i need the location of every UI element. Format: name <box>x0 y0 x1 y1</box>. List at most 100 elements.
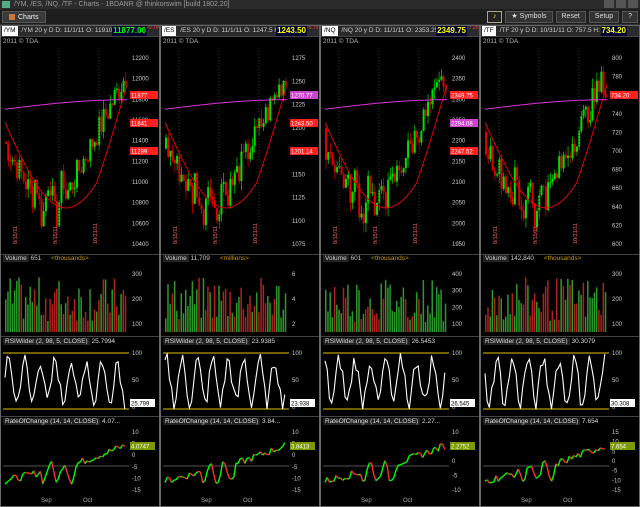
symbol-field[interactable]: /ES <box>162 26 177 36</box>
volume-bar <box>435 287 438 332</box>
setup-button[interactable]: Setup <box>588 11 620 23</box>
roc-chart[interactable]: 151050-5-10-157.654SepOct <box>481 426 639 504</box>
help-button[interactable]: ? <box>622 11 638 23</box>
candle-body <box>278 84 281 98</box>
volume-bar <box>64 303 67 332</box>
roc-segment <box>364 469 368 481</box>
volume-bar <box>538 308 540 332</box>
volume-bar <box>518 299 520 332</box>
candle-body <box>224 181 227 195</box>
candle-body <box>573 144 576 152</box>
roc-tick: -15 <box>132 488 141 494</box>
roc-tick: -5 <box>612 469 618 475</box>
volume-bar <box>80 297 82 332</box>
volume-label: Volume <box>163 255 189 262</box>
rsi-chart[interactable]: 10050025.799 <box>1 347 159 415</box>
price-tick: 780 <box>612 75 623 81</box>
volume-bar <box>540 311 542 332</box>
candle-body <box>509 187 512 198</box>
symbol-field[interactable]: /YM <box>2 26 18 36</box>
candle-body <box>109 103 112 119</box>
volume-bar <box>47 321 49 332</box>
roc-chart[interactable]: 1050-5-10-154.0747SepOct <box>1 426 159 504</box>
candle-body <box>384 192 387 208</box>
price-tick: 2100 <box>452 180 466 186</box>
volume-tick: 300 <box>452 289 463 295</box>
minimize-button[interactable] <box>604 0 614 8</box>
symbol-field[interactable]: /TF <box>482 26 496 36</box>
volume-bar <box>536 301 538 332</box>
volume-unit: <millions> <box>219 255 249 262</box>
volume-unit: <thousands> <box>543 255 582 262</box>
roc-segment <box>55 478 59 483</box>
volume-bar <box>409 319 411 332</box>
tab-charts[interactable]: Charts <box>2 11 46 23</box>
roc-segment <box>189 472 193 476</box>
roc-segment <box>415 452 419 456</box>
candle-body <box>38 193 41 200</box>
rsi-chart[interactable]: 10050023.938 <box>161 347 319 415</box>
candle-body <box>329 152 332 154</box>
chart-pane-1[interactable]: /ES /ES 20 y D D: 11/1/11 O: 1247.5 H: .… <box>160 25 320 507</box>
roc-segment <box>73 466 77 478</box>
roc-segment <box>344 477 348 480</box>
price-chart[interactable]: 8/15/119/15/1110/21/11122001200011800116… <box>1 46 159 254</box>
candle-body <box>124 80 127 85</box>
rsi-chart[interactable]: 10050026.545 <box>321 347 479 415</box>
volume-chart[interactable]: 300 200 100 <box>1 264 159 334</box>
price-chart[interactable]: 8/15/11 9/15/11 10/21/11127512501225120011… <box>161 46 319 254</box>
price-chart[interactable]: 8/15/119/15/1110/21/11800780760740720700… <box>481 46 639 254</box>
reset-button[interactable]: Reset <box>555 11 586 23</box>
candle-body <box>244 143 247 152</box>
volume-bar <box>578 290 580 332</box>
roc-segment <box>421 452 426 458</box>
rsi-chart[interactable]: 10050030.308 <box>481 347 639 415</box>
symbol-field[interactable]: /NQ <box>322 26 338 36</box>
volume-bar <box>600 314 602 332</box>
candle-body <box>82 158 85 173</box>
roc-segment <box>546 466 551 477</box>
candle-body <box>487 154 490 160</box>
symbols-button[interactable]: ★ Symbols <box>505 11 553 23</box>
candle-body <box>9 160 12 162</box>
chart-pane-2[interactable]: /NQ /NQ 20 y D D: 11/1/11 O: 2353.25 H: … <box>320 25 480 507</box>
candle-body <box>513 167 516 205</box>
price-tick: 2200 <box>452 139 466 145</box>
volume-bar <box>589 297 591 332</box>
volume-bar <box>496 315 498 332</box>
candle-body <box>362 213 365 224</box>
volume-bar <box>253 305 256 332</box>
volume-bar <box>78 288 80 332</box>
price-tick: 800 <box>612 56 623 62</box>
chart-pane-0[interactable]: /YM /YM 20 y D D: 11/1/11 O: 11910 H: Mi… <box>0 25 160 507</box>
volume-bar <box>347 284 349 332</box>
volume-chart[interactable]: 6 4 2 <box>161 264 319 334</box>
volume-bar <box>107 303 109 332</box>
close-button[interactable] <box>628 0 638 8</box>
volume-chart[interactable]: 400 300 200 100 <box>321 264 479 334</box>
candle-body <box>60 171 63 203</box>
roc-segment <box>84 460 88 465</box>
volume-bar <box>571 279 574 332</box>
roc-segment <box>441 443 446 450</box>
price-badge-text: 11841 <box>131 122 148 128</box>
roc-chart[interactable]: 1050-5-10-153.8413SepOct <box>161 426 319 504</box>
candle-body <box>167 137 170 157</box>
roc-segment <box>353 473 357 476</box>
candle-body <box>393 173 396 182</box>
bell-button[interactable]: ♪ <box>486 11 503 23</box>
maximize-button[interactable] <box>616 0 626 8</box>
price-chart[interactable]: 8/15/119/15/1110/21/11240023502300225022… <box>321 46 479 254</box>
candle-body <box>100 116 103 132</box>
volume-chart[interactable]: 300 200 100 <box>481 264 639 334</box>
volume-bar <box>387 287 389 332</box>
chart-pane-3[interactable]: /TF /TF 20 y D D: 10/31/11 O: 757.5 H: 7… <box>480 25 640 507</box>
volume-bar <box>69 314 71 332</box>
volume-unit: <thousands> <box>51 255 89 262</box>
roc-chart[interactable]: 1050-5-102.2752SepOct <box>321 426 479 504</box>
volume-bar <box>244 316 247 332</box>
rsi-line <box>164 353 286 411</box>
roc-segment <box>268 447 273 455</box>
volume-bar <box>269 302 271 332</box>
roc-label-row: RateOfChange (14, 14, CLOSE) 4.07... <box>3 418 120 425</box>
